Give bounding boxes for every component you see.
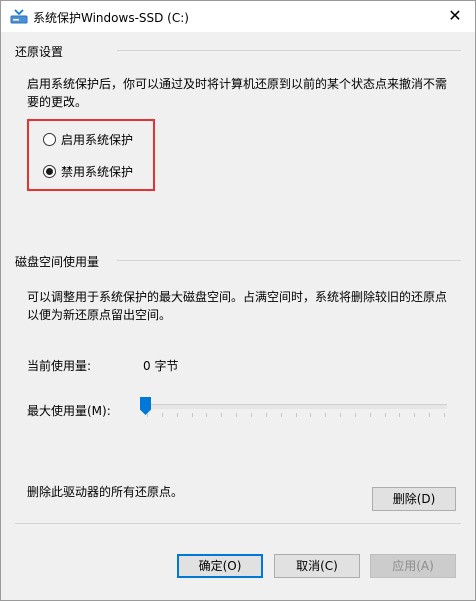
close-button[interactable]: ✕: [443, 5, 467, 27]
delete-button[interactable]: 删除(D): [372, 487, 456, 511]
slider-tick: [384, 413, 386, 417]
slider-tick: [429, 413, 431, 417]
restore-section-divider: [117, 50, 461, 51]
slider-tick: [399, 413, 401, 417]
slider-tick: [340, 413, 342, 417]
protection-options-highlight: 启用系统保护 禁用系统保护: [27, 119, 155, 191]
slider-tick: [310, 413, 312, 417]
slider-tick: [176, 413, 178, 417]
disk-usage-title: 磁盘空间使用量: [15, 255, 100, 269]
disk-section-divider: [117, 260, 461, 261]
slider-tick: [354, 413, 356, 417]
disable-protection-radio[interactable]: [43, 164, 56, 178]
slider-tick: [295, 413, 297, 417]
slider-tick: [369, 413, 371, 417]
slider-tick: [206, 413, 208, 417]
current-usage-label: 当前使用量:: [27, 359, 92, 373]
disable-protection-option[interactable]: 禁用系统保护: [43, 162, 133, 180]
max-usage-slider[interactable]: [145, 404, 447, 409]
disable-protection-label: 禁用系统保护: [61, 164, 134, 179]
cancel-button[interactable]: 取消(C): [274, 554, 360, 578]
enable-protection-option[interactable]: 启用系统保护: [43, 130, 133, 148]
slider-tick: [236, 413, 238, 417]
enable-protection-label: 启用系统保护: [61, 132, 134, 147]
disk-description: 可以调整用于系统保护的最大磁盘空间。占满空间时，系统将删除较旧的还原点以便为新还…: [27, 290, 448, 322]
slider-tick: [147, 413, 148, 417]
slider-tick: [444, 413, 445, 417]
max-usage-label: 最大使用量(M):: [27, 404, 111, 418]
slider-tick: [265, 413, 267, 417]
current-usage-value: 0 字节: [143, 359, 179, 373]
slider-tick: [325, 413, 327, 417]
apply-button: 应用(A): [370, 554, 456, 578]
title-bar: 系统保护Windows-SSD (C:) ✕: [1, 1, 475, 32]
restore-settings-title: 还原设置: [15, 45, 64, 59]
window-title: 系统保护Windows-SSD (C:): [33, 11, 189, 25]
slider-tick: [250, 413, 252, 417]
slider-tick: [414, 413, 416, 417]
footer-divider: [15, 523, 461, 524]
slider-tick: [161, 413, 163, 417]
enable-protection-radio[interactable]: [43, 132, 56, 146]
delete-description: 删除此驱动器的所有还原点。: [27, 485, 184, 499]
slider-tick: [191, 413, 193, 417]
slider-tick: [221, 413, 223, 417]
slider-tick: [280, 413, 282, 417]
system-protection-dialog: 系统保护Windows-SSD (C:) ✕ 还原设置 启用系统保护后，你可以通…: [0, 0, 476, 601]
ok-button[interactable]: 确定(O): [177, 554, 263, 578]
slider-ticks: [147, 413, 445, 418]
drive-icon: [10, 9, 28, 25]
restore-description: 启用系统保护后，你可以通过及时将计算机还原到以前的某个状态点来撤消不需要的更改。: [27, 77, 448, 109]
